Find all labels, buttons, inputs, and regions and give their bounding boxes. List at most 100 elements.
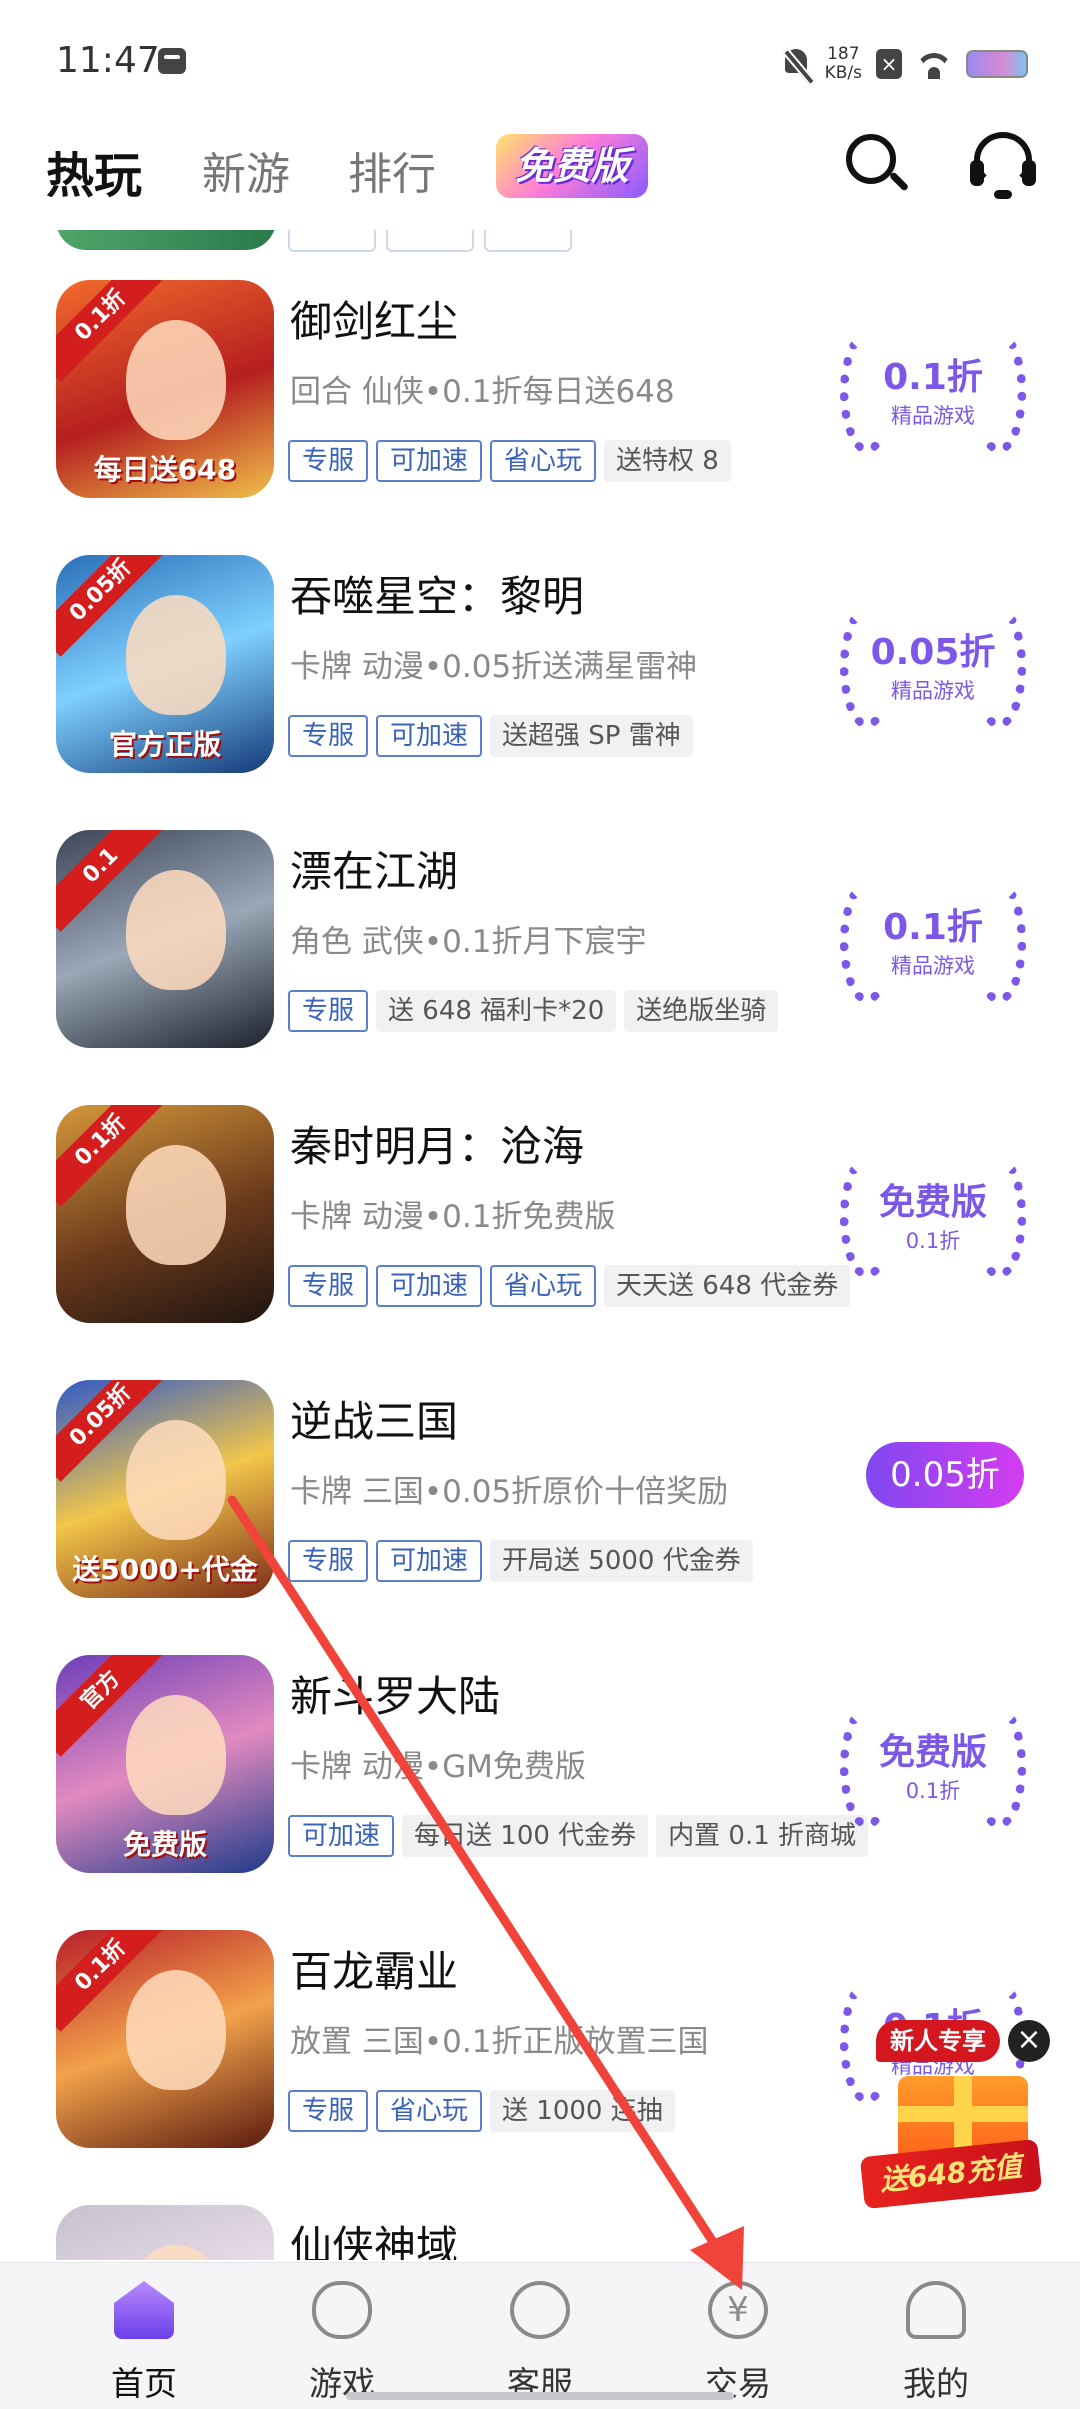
message-notification-icon <box>158 48 186 74</box>
network-speed-value: 187 <box>827 44 860 64</box>
promo-close-button[interactable]: × <box>1008 2020 1050 2062</box>
badge-main-text: 免费版 <box>878 1182 987 1223</box>
profile-icon <box>906 2281 966 2339</box>
game-tag: 每日送 100 代金券 <box>402 1815 649 1857</box>
network-speed: 187 KB/s <box>825 45 862 83</box>
game-tag: 送 648 福利卡*20 <box>376 990 617 1032</box>
game-icon[interactable]: 0.1折 每日送648 <box>56 280 274 498</box>
game-name[interactable]: 吞噬星空：黎明 <box>290 563 584 624</box>
discount-badge: 0.1折精品游戏 <box>840 324 1026 464</box>
badge-main-text: 免费版 <box>878 1732 987 1773</box>
promo-title: 新人专享 <box>876 2020 1000 2062</box>
game-name[interactable]: 逆战三国 <box>290 1388 458 1449</box>
game-subtitle: 卡牌 动漫•0.1折免费版 <box>290 1199 616 1235</box>
game-tag: 专服 <box>288 990 369 1032</box>
nav-home[interactable]: 首页 <box>36 2263 252 2409</box>
game-name[interactable]: 仙侠神域 <box>290 2213 458 2260</box>
icon-promo-text: 每日送648 <box>93 453 237 486</box>
nav-games[interactable]: 游戏 <box>234 2263 450 2409</box>
status-time: 11:47 <box>56 40 160 81</box>
game-tags: 专服 省心玩送 1000 连抽 <box>288 2090 675 2132</box>
badge-sub-text: 0.1折 <box>905 1229 961 1253</box>
game-row[interactable]: 0.05折 官方正版 吞噬星空：黎明卡牌 动漫•0.05折送满星雷神专服 可加速 送超强… <box>0 555 1080 805</box>
game-tag: 省心玩 <box>376 2090 483 2132</box>
game-icon[interactable]: 0.1折 <box>56 1105 274 1323</box>
discount-pill[interactable]: 0.05折 <box>866 1442 1024 1508</box>
new-user-promo[interactable]: 新人专享 × 送648充值 <box>858 2020 1054 2220</box>
game-subtitle: 卡牌 动漫•GM免费版 <box>290 1749 586 1785</box>
network-speed-unit: KB/s <box>824 63 862 83</box>
game-subtitle: 放置 三国•0.1折正版放置三国 <box>290 2024 709 2060</box>
game-list: 0.1折 每日送648 御剑红尘 回合 仙侠•0.1折每日送648 专服 可加速 省心玩 送特… <box>0 230 1080 2260</box>
game-name[interactable]: 御剑红尘 <box>290 288 458 349</box>
nav-service[interactable]: 客服 <box>432 2263 648 2409</box>
tab-new[interactable]: 新游 <box>202 138 290 202</box>
nav-trade[interactable]: ¥ 交易 <box>630 2263 846 2409</box>
game-tag: 可加速 <box>376 440 483 482</box>
badge-sub-text: 0.1折 <box>905 1779 961 1803</box>
gamepad-icon <box>312 2281 372 2339</box>
badge-sub-text: 精品游戏 <box>891 404 975 428</box>
tab-hot[interactable]: 热玩 <box>46 136 142 206</box>
game-icon[interactable]: 0.05折 送5000+代金 <box>56 1380 274 1598</box>
game-tag: 省心玩 <box>490 440 597 482</box>
game-tag: 可加速 <box>376 715 483 757</box>
game-row[interactable]: 0.1折 每日送648 御剑红尘 回合 仙侠•0.1折每日送648 专服 可加速 省心玩 送特… <box>0 280 1080 530</box>
icon-promo-text: 官方正版 <box>108 728 221 761</box>
character-portrait <box>126 870 226 990</box>
discount-badge: 0.05折 精品游戏 <box>840 599 1026 739</box>
status-bar: 11:47 187 KB/s × <box>0 0 1080 120</box>
game-icon[interactable]: 0.1 <box>56 830 274 1048</box>
customer-service-headset-icon[interactable] <box>970 132 1036 202</box>
no-sim-icon: × <box>876 49 902 79</box>
badge-main-text: 0.1折 <box>883 357 983 398</box>
game-row[interactable]: 0.1折 秦时明月：沧海 卡牌 动漫•0.1折免费版 专服 可加速 省心玩 天天送 648 … <box>0 1105 1080 1355</box>
game-name[interactable]: 秦时明月：沧海 <box>290 1113 584 1174</box>
promo-text: 送648充值 <box>859 2138 1043 2210</box>
status-icons: 187 KB/s × <box>781 42 1028 86</box>
game-tag: 专服 <box>288 1540 369 1582</box>
game-tag: 送绝版坐骑 <box>624 990 779 1032</box>
game-row[interactable]: 官方 免费版 新斗罗大陆 卡牌 动漫•GM免费版 可加速 每日送 100 代金券 内置 0.… <box>0 1655 1080 1905</box>
game-row[interactable]: 0.05折 送5000+代金 逆战三国 卡牌 三国•0.05折原价十倍奖励 专服 可加速开… <box>0 1380 1080 1630</box>
character-portrait <box>126 1970 226 2090</box>
game-subtitle: 卡牌 动漫•0.05折送满星雷神 <box>290 649 698 685</box>
game-tags: 专服 可加速 开局送 5000 代金券 <box>288 1540 753 1582</box>
wifi-icon <box>916 49 952 79</box>
game-row[interactable]: 0.1 漂在江湖角色 武侠•0.1折月下宸宇专服送 648 福利卡*20 送绝版坐骑… <box>0 830 1080 1080</box>
bottom-navigation: 首页 游戏 客服 ¥ 交易 我的 <box>0 2262 1080 2409</box>
search-icon[interactable] <box>846 134 908 196</box>
game-icon[interactable]: 0.1折 <box>56 1930 274 2148</box>
character-portrait <box>126 1145 226 1265</box>
game-subtitle: 卡牌 三国•0.05折原价十倍奖励 <box>290 1474 729 1510</box>
game-icon[interactable] <box>56 2205 274 2260</box>
game-name[interactable]: 百龙霸业 <box>290 1938 458 1999</box>
badge-main-text: 0.1折 <box>883 907 983 948</box>
home-icon <box>114 2281 174 2339</box>
game-tag: 可加速 <box>376 1265 483 1307</box>
character-portrait <box>126 1695 226 1815</box>
home-indicator[interactable] <box>346 2392 734 2400</box>
nav-profile-label: 我的 <box>903 2364 969 2403</box>
character-portrait <box>126 1420 226 1540</box>
game-tag: 天天送 648 代金券 <box>604 1265 851 1307</box>
game-tags: 专服 可加速 送超强 SP 雷神 <box>288 715 693 757</box>
game-tag: 开局送 5000 代金券 <box>490 1540 753 1582</box>
game-tag: 可加速 <box>376 1540 483 1582</box>
game-name[interactable]: 漂在江湖 <box>290 838 458 899</box>
game-icon[interactable]: 0.05折 官方正版 <box>56 555 274 773</box>
tab-free-version[interactable]: 免费版 <box>496 134 648 198</box>
game-tags: 专服 可加速 省心玩 送特权 8 <box>288 440 731 482</box>
partial-game-tags <box>288 230 572 252</box>
game-icon[interactable]: 官方 免费版 <box>56 1655 274 1873</box>
game-tag: 省心玩 <box>490 1265 597 1307</box>
game-tag: 专服 <box>288 1265 369 1307</box>
game-subtitle: 角色 武侠•0.1折月下宸宇 <box>290 924 647 960</box>
discount-badge: 0.1折精品游戏 <box>840 874 1026 1014</box>
game-tags: 专服送 648 福利卡*20 送绝版坐骑 <box>288 990 779 1032</box>
tab-ranking[interactable]: 排行 <box>348 138 436 202</box>
game-tag: 送超强 SP 雷神 <box>490 715 693 757</box>
icon-promo-text: 送5000+代金 <box>72 1553 258 1586</box>
game-name[interactable]: 新斗罗大陆 <box>290 1663 500 1724</box>
nav-profile[interactable]: 我的 <box>828 2263 1044 2409</box>
